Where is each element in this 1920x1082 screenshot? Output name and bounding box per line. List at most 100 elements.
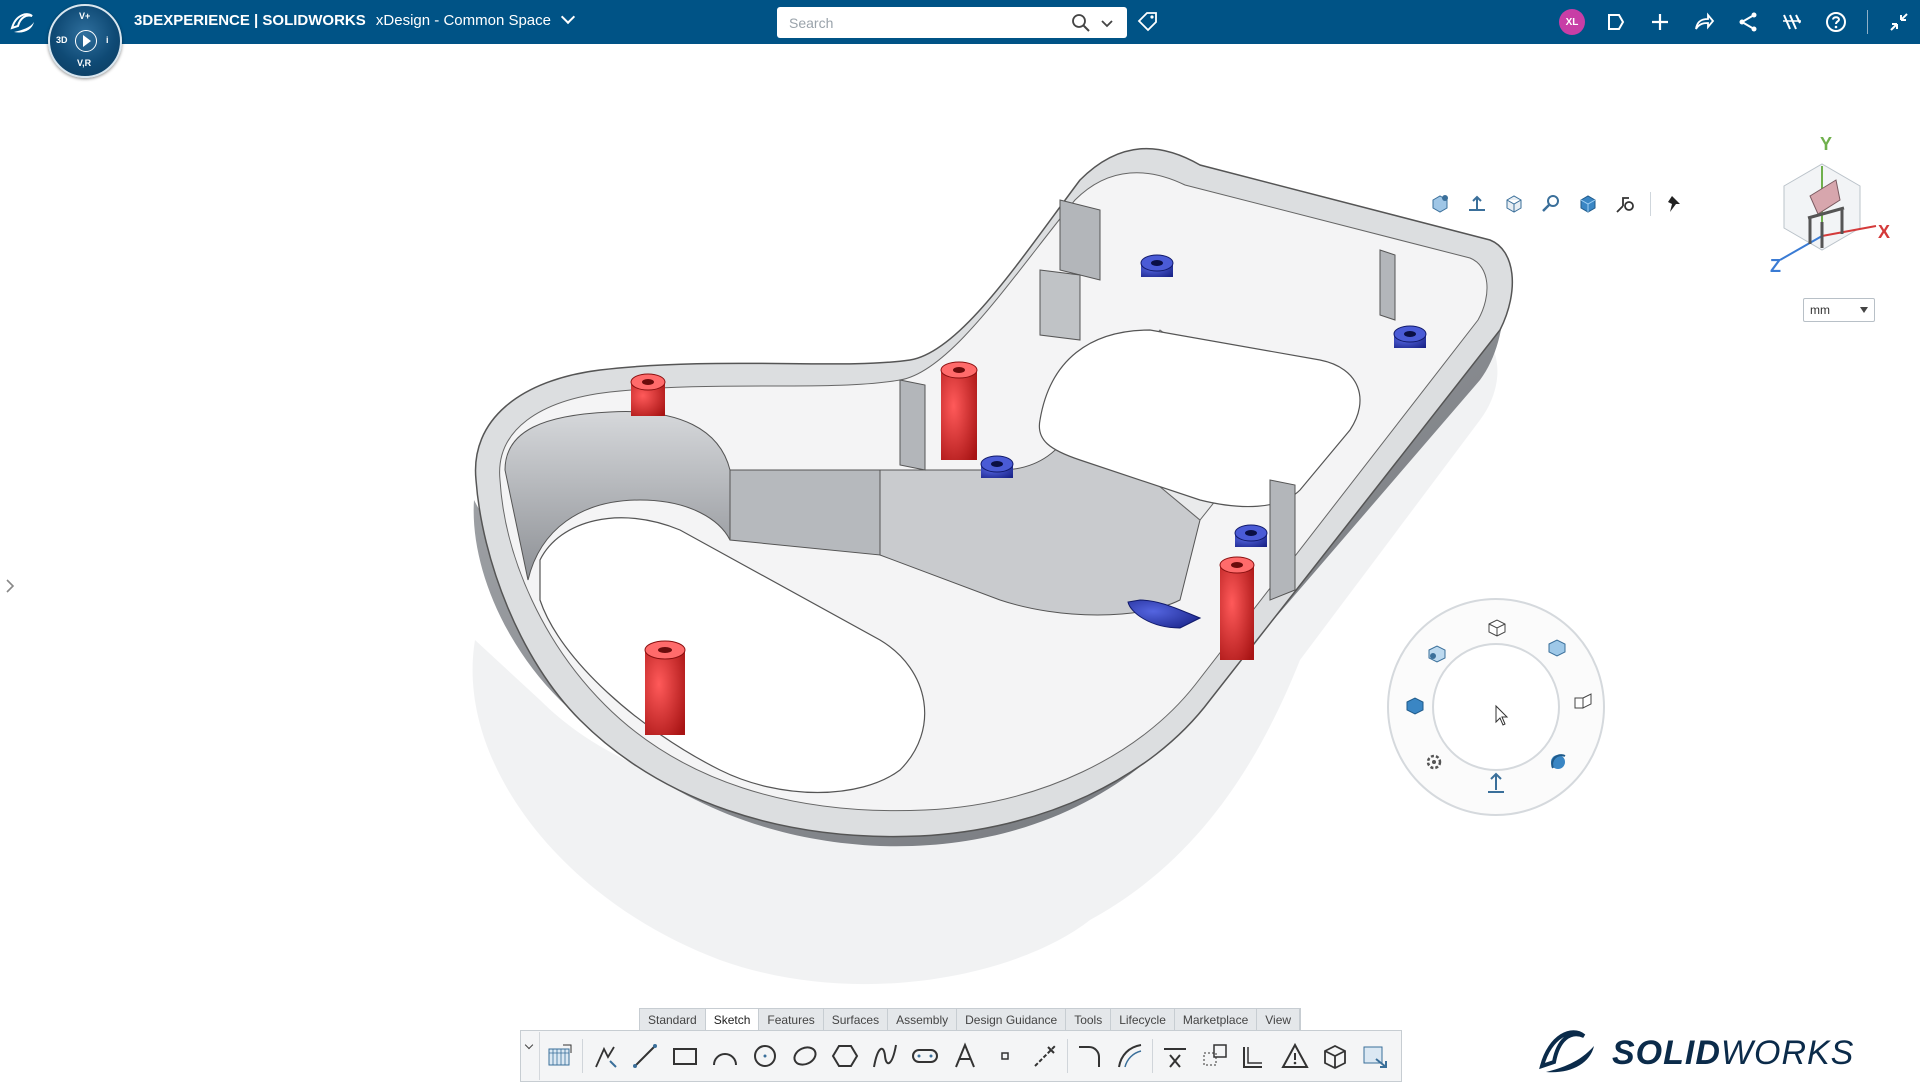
search-input[interactable] xyxy=(787,12,1051,34)
tab-standard[interactable]: Standard xyxy=(640,1009,706,1031)
polygon-icon[interactable] xyxy=(825,1036,865,1076)
left-view-icon[interactable] xyxy=(1406,697,1424,715)
tag-icon[interactable] xyxy=(1136,10,1160,34)
compass-north-label: V+ xyxy=(79,11,91,21)
share-icon[interactable] xyxy=(1735,9,1761,35)
exit-sketch-icon[interactable] xyxy=(1355,1036,1395,1076)
tab-assembly[interactable]: Assembly xyxy=(888,1009,958,1031)
side-panel-toggle-icon[interactable] xyxy=(4,578,16,594)
triad-z-label: Z xyxy=(1770,256,1781,272)
text-icon[interactable] xyxy=(945,1036,985,1076)
blue-boss xyxy=(1234,524,1268,547)
units-select[interactable]: mm xyxy=(1803,298,1875,322)
sketch-select-icon[interactable] xyxy=(585,1036,625,1076)
tab-features[interactable]: Features xyxy=(759,1009,824,1031)
units-value: mm xyxy=(1810,303,1830,317)
mirror-icon[interactable] xyxy=(1235,1036,1275,1076)
search-options-chevron-icon[interactable] xyxy=(1099,15,1115,31)
divider xyxy=(1152,1039,1153,1073)
tab-sketch[interactable]: Sketch xyxy=(705,1009,760,1031)
app-title[interactable]: 3DEXPERIENCE | SOLIDWORKS xDesign - Comm… xyxy=(134,9,576,29)
search-icon[interactable] xyxy=(1070,12,1092,34)
view-wheel[interactable] xyxy=(1385,596,1607,818)
rib xyxy=(1039,269,1081,341)
rectangle-icon[interactable] xyxy=(665,1036,705,1076)
isometric-view-icon[interactable] xyxy=(1428,645,1446,663)
top-view-icon[interactable] xyxy=(1488,619,1506,637)
3d-viewport[interactable]: Y X Z mm SOLIDWORKS Standard Sketch Feat… xyxy=(0,44,1920,1082)
tab-design-guidance[interactable]: Design Guidance xyxy=(957,1009,1067,1031)
appearance-icon[interactable] xyxy=(1576,192,1600,216)
display-style-icon[interactable] xyxy=(1502,192,1526,216)
brand-name: EXPERIENCE | SOLIDWORKS xyxy=(153,12,366,29)
space-name: xDesign - Common Space xyxy=(375,12,551,29)
compass-west-label: 3D xyxy=(56,35,68,45)
rib xyxy=(1059,199,1101,281)
notifications-icon[interactable] xyxy=(1603,9,1629,35)
construction-icon[interactable] xyxy=(1025,1036,1065,1076)
compass-south-label: V,R xyxy=(77,58,92,68)
divider xyxy=(1867,10,1868,34)
triad-x-label: X xyxy=(1878,222,1890,242)
collapse-icon[interactable] xyxy=(1886,9,1912,35)
offset-icon[interactable] xyxy=(1110,1036,1150,1076)
solidworks-logo: SOLIDWORKS xyxy=(1536,1016,1856,1076)
add-icon[interactable] xyxy=(1647,9,1673,35)
play-icon[interactable] xyxy=(75,30,97,52)
tab-lifecycle[interactable]: Lifecycle xyxy=(1111,1009,1175,1031)
point-icon[interactable] xyxy=(985,1036,1025,1076)
divider xyxy=(1650,192,1651,216)
help-icon[interactable] xyxy=(1823,9,1849,35)
ds-logo-icon[interactable] xyxy=(6,6,40,38)
fillet-icon[interactable] xyxy=(1070,1036,1110,1076)
view-selector-icon[interactable] xyxy=(1428,192,1452,216)
red-boss xyxy=(644,640,686,735)
compass-east-label: i xyxy=(106,35,109,45)
chevron-down-icon[interactable] xyxy=(561,9,576,25)
brand-prefix: 3D xyxy=(134,12,154,29)
convert-entities-icon[interactable] xyxy=(1195,1036,1235,1076)
view-settings-icon[interactable] xyxy=(1613,192,1637,216)
zoom-icon[interactable] xyxy=(1539,192,1563,216)
spline-icon[interactable] xyxy=(865,1036,905,1076)
line-icon[interactable] xyxy=(625,1036,665,1076)
compass-icon[interactable]: V+ 3D i V,R xyxy=(48,4,122,78)
chevron-down-icon xyxy=(1860,307,1868,313)
divider xyxy=(1067,1039,1068,1073)
rib xyxy=(1269,479,1296,601)
circle-icon[interactable] xyxy=(745,1036,785,1076)
cube-icon[interactable] xyxy=(1315,1036,1355,1076)
rib xyxy=(1379,249,1396,321)
trim-icon[interactable] xyxy=(1155,1036,1195,1076)
back-view-icon[interactable] xyxy=(1548,639,1566,657)
ellipse-icon[interactable] xyxy=(785,1036,825,1076)
tab-tools[interactable]: Tools xyxy=(1066,1009,1112,1031)
sketch-icon[interactable] xyxy=(540,1036,580,1076)
chevron-down-icon[interactable] xyxy=(521,1032,540,1080)
share-forward-icon[interactable] xyxy=(1691,9,1717,35)
arc-icon[interactable] xyxy=(705,1036,745,1076)
tab-view[interactable]: View xyxy=(1257,1009,1301,1031)
warning-icon[interactable] xyxy=(1275,1036,1315,1076)
triad-y-label: Y xyxy=(1820,136,1832,154)
pin-icon[interactable] xyxy=(1664,192,1688,216)
inner-wall xyxy=(729,469,881,556)
heads-up-toolbar xyxy=(1428,190,1688,218)
command-tabs: Standard Sketch Features Surfaces Assemb… xyxy=(639,1008,1302,1031)
blue-boss xyxy=(1140,254,1174,277)
view-triad-icon[interactable]: Y X Z xyxy=(1762,136,1892,272)
rotate-icon[interactable] xyxy=(1551,754,1566,769)
red-boss xyxy=(940,361,978,460)
tab-surfaces[interactable]: Surfaces xyxy=(824,1009,889,1031)
tab-marketplace[interactable]: Marketplace xyxy=(1175,1009,1258,1031)
divider xyxy=(582,1039,583,1073)
solidworks-wordmark: SOLIDWORKS xyxy=(1612,1034,1855,1072)
blue-boss xyxy=(1393,325,1427,348)
avatar[interactable]: XL xyxy=(1559,9,1585,35)
slot-icon[interactable] xyxy=(905,1036,945,1076)
top-right-actions: XL xyxy=(1559,8,1912,36)
red-boss xyxy=(630,373,666,416)
red-boss xyxy=(1219,556,1255,660)
normal-to-icon[interactable] xyxy=(1465,192,1489,216)
apps-icon[interactable] xyxy=(1779,9,1805,35)
